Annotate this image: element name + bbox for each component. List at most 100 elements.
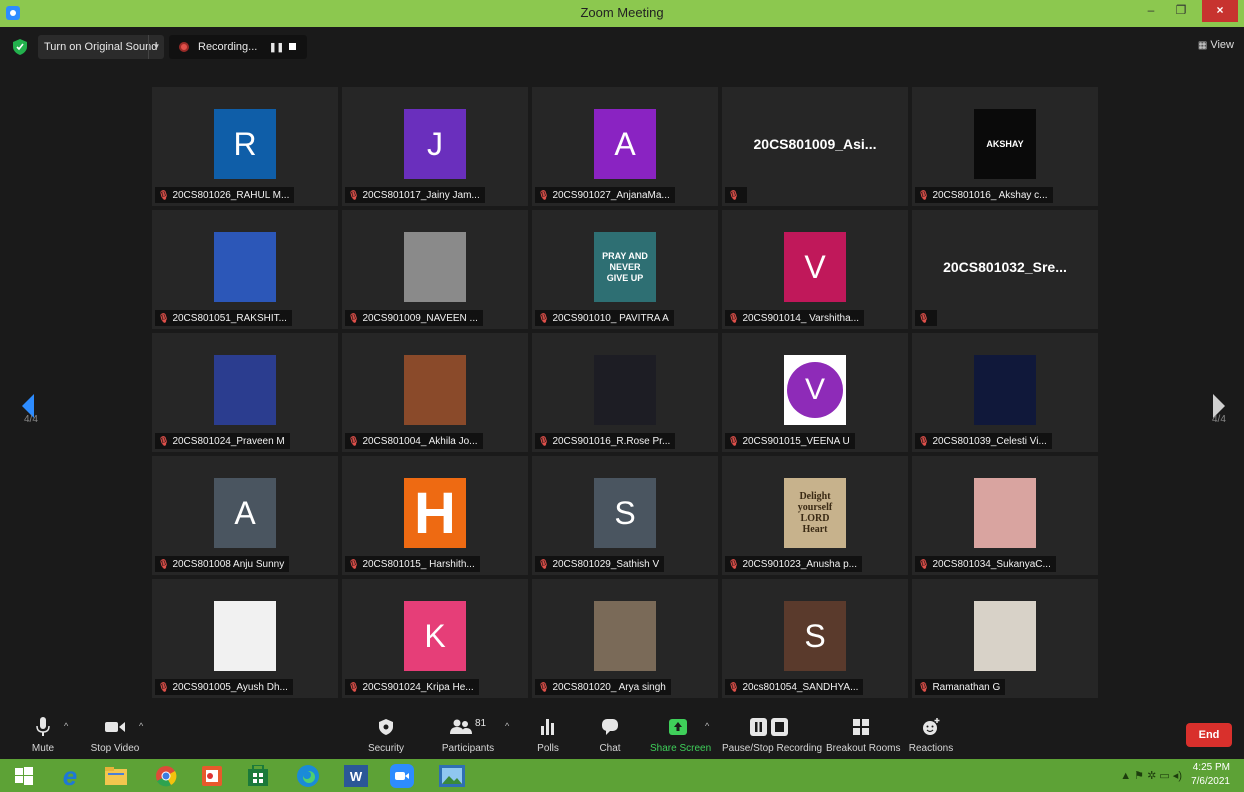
security-label: Security [367, 743, 405, 754]
breakout-rooms-button[interactable]: Breakout Rooms [826, 715, 901, 759]
muted-microphone-icon: 🎙 [918, 190, 930, 200]
muted-microphone-icon: 🎙 [158, 313, 170, 323]
participants-button[interactable]: 81 Participants [438, 715, 498, 759]
file-explorer-icon[interactable] [100, 762, 132, 790]
participant-tile[interactable]: A 🎙 20CS901027_AnjanaMa... [532, 87, 718, 206]
system-tray-icons[interactable]: ▲ ⚑ ✲ ▭ ◂) [1120, 769, 1182, 782]
photos-icon[interactable] [436, 762, 468, 790]
stop-video-label: Stop Video [90, 743, 140, 754]
participant-tile[interactable]: A 🎙 20CS801008 Anju Sunny [152, 456, 338, 575]
participant-tile[interactable]: R 🎙 20CS801026_RAHUL M... [152, 87, 338, 206]
pause-recording-icon[interactable]: ❚❚ [269, 35, 284, 59]
participant-tile[interactable]: 🎙 20CS901005_Ayush Dh... [152, 579, 338, 698]
encryption-shield-icon[interactable] [13, 39, 27, 55]
participant-tile[interactable]: 🎙 20CS801034_SukanyaC... [912, 456, 1098, 575]
page-indicator-left: 4/4 [24, 414, 38, 425]
end-meeting-button[interactable]: End [1186, 723, 1232, 747]
participant-tile[interactable]: Delight yourself LORD Heart 🎙 20CS901023_A… [722, 456, 908, 575]
share-options-chevron-icon[interactable]: ^ [705, 721, 709, 731]
original-sound-button[interactable]: Turn on Original Sound ▼ [38, 35, 164, 59]
participant-photo [214, 601, 276, 671]
microphone-icon [22, 715, 64, 739]
next-page-icon[interactable] [1205, 376, 1229, 436]
participants-label: Participants [441, 743, 495, 754]
store-icon[interactable] [242, 762, 274, 790]
participant-tile[interactable]: J 🎙 20CS801017_Jainy Jam... [342, 87, 528, 206]
participant-tile[interactable]: 🎙 20CS801020_ Arya singh [532, 579, 718, 698]
share-screen-icon [650, 715, 706, 739]
participant-name: 20CS901024_Kripa He... [362, 682, 474, 693]
muted-microphone-icon: 🎙 [728, 559, 740, 569]
participant-tile[interactable]: S 🎙 20cs801054_SANDHYA... [722, 579, 908, 698]
participants-options-chevron-icon[interactable]: ^ [505, 721, 509, 731]
view-button[interactable]: ▦ View [1198, 39, 1234, 51]
muted-microphone-icon: 🎙 [918, 313, 930, 323]
share-screen-button[interactable]: Share Screen [650, 715, 712, 759]
edge-icon[interactable] [292, 762, 324, 790]
stop-video-button[interactable]: Stop Video [88, 715, 142, 759]
muted-microphone-icon: 🎙 [918, 682, 930, 692]
participant-tile[interactable]: 🎙 20CS801004_ Akhila Jo... [342, 333, 528, 452]
previous-page-icon[interactable] [18, 376, 42, 436]
chevron-down-icon[interactable]: ▼ [148, 35, 164, 59]
share-screen-label: Share Screen [650, 743, 712, 754]
participant-tile[interactable]: 🎙 20CS801051_RAKSHIT... [152, 210, 338, 329]
participant-avatar: A [214, 478, 276, 548]
mute-label: Mute [31, 743, 55, 754]
close-button[interactable]: × [1202, 0, 1238, 22]
paint-icon[interactable] [196, 762, 228, 790]
participant-nameplate: 🎙 20CS801024_Praveen M [155, 433, 290, 449]
security-button[interactable]: Security [366, 715, 406, 759]
stop-recording-icon[interactable] [289, 43, 296, 50]
muted-microphone-icon: 🎙 [158, 682, 170, 692]
audio-options-chevron-icon[interactable]: ^ [64, 721, 68, 731]
participant-tile[interactable]: AKSHAY 🎙 20CS801016_ Akshay c... [912, 87, 1098, 206]
chat-button[interactable]: Chat [592, 715, 628, 759]
participant-nameplate: 🎙 20CS901010_ PAVITRA A [535, 310, 674, 326]
video-options-chevron-icon[interactable]: ^ [139, 721, 143, 731]
participant-nameplate: 🎙 Ramanathan G [915, 679, 1006, 695]
participant-name: 20cs801054_SANDHYA... [742, 682, 859, 693]
participant-tile[interactable]: PRAY AND NEVER GIVE UP 🎙 20CS901010_ PAVIT… [532, 210, 718, 329]
view-label: View [1210, 39, 1234, 51]
restore-button[interactable]: ❐ [1168, 0, 1194, 22]
participant-name: 20CS901016_R.Rose Pr... [552, 436, 671, 447]
breakout-rooms-label: Breakout Rooms [826, 743, 901, 754]
participant-tile[interactable]: V 🎙 20CS901014_ Varshitha... [722, 210, 908, 329]
participant-tile[interactable]: S 🎙 20CS801029_Sathish V [532, 456, 718, 575]
muted-microphone-icon: 🎙 [348, 436, 360, 446]
muted-microphone-icon: 🎙 [158, 190, 170, 200]
chrome-icon[interactable] [150, 762, 182, 790]
participant-tile[interactable]: 🎙 20CS801039_Celesti Vi... [912, 333, 1098, 452]
word-icon[interactable]: W [340, 762, 372, 790]
participant-tile[interactable]: 🎙 20CS901009_NAVEEN ... [342, 210, 528, 329]
minimize-button[interactable]: – [1138, 0, 1164, 22]
participant-nameplate: 🎙 20CS801051_RAKSHIT... [155, 310, 292, 326]
reactions-button[interactable]: Reactions [908, 715, 954, 759]
participant-photo: Delight yourself LORD Heart [784, 478, 846, 548]
avatar-letter: V [787, 362, 843, 418]
mute-button[interactable]: Mute [22, 715, 64, 759]
participant-nameplate: 🎙 20CS901014_ Varshitha... [725, 310, 864, 326]
participant-tile[interactable]: 🎙 20CS901016_R.Rose Pr... [532, 333, 718, 452]
participant-photo [404, 355, 466, 425]
pause-stop-recording-button[interactable]: Pause/Stop Recording [722, 715, 822, 759]
taskbar-clock[interactable]: 4:25 PM 7/6/2021 [1191, 761, 1230, 789]
participant-tile[interactable]: 20CS801032_Sre... 🎙 [912, 210, 1098, 329]
participant-tile[interactable]: H 🎙 20CS801015_ Harshith... [342, 456, 528, 575]
participant-nameplate: 🎙 20CS801016_ Akshay c... [915, 187, 1053, 203]
participants-icon: 81 [438, 715, 498, 739]
pause-stop-icon [722, 715, 816, 739]
internet-explorer-icon[interactable]: e [54, 761, 86, 791]
page-indicator-right: 4/4 [1212, 414, 1226, 425]
recording-label: Recording... [198, 41, 258, 53]
participant-tile[interactable]: 🎙 20CS801024_Praveen M [152, 333, 338, 452]
start-icon[interactable] [8, 762, 40, 790]
polls-button[interactable]: Polls [530, 715, 566, 759]
participant-tile[interactable]: 20CS801009_Asi... 🎙 [722, 87, 908, 206]
participant-tile[interactable]: K 🎙 20CS901024_Kripa He... [342, 579, 528, 698]
participant-tile[interactable]: V 🎙 20CS901015_VEENA U [722, 333, 908, 452]
zoom-icon[interactable] [386, 762, 418, 790]
participant-tile[interactable]: 🎙 Ramanathan G [912, 579, 1098, 698]
participant-name: 20CS801039_Celesti Vi... [932, 436, 1047, 447]
